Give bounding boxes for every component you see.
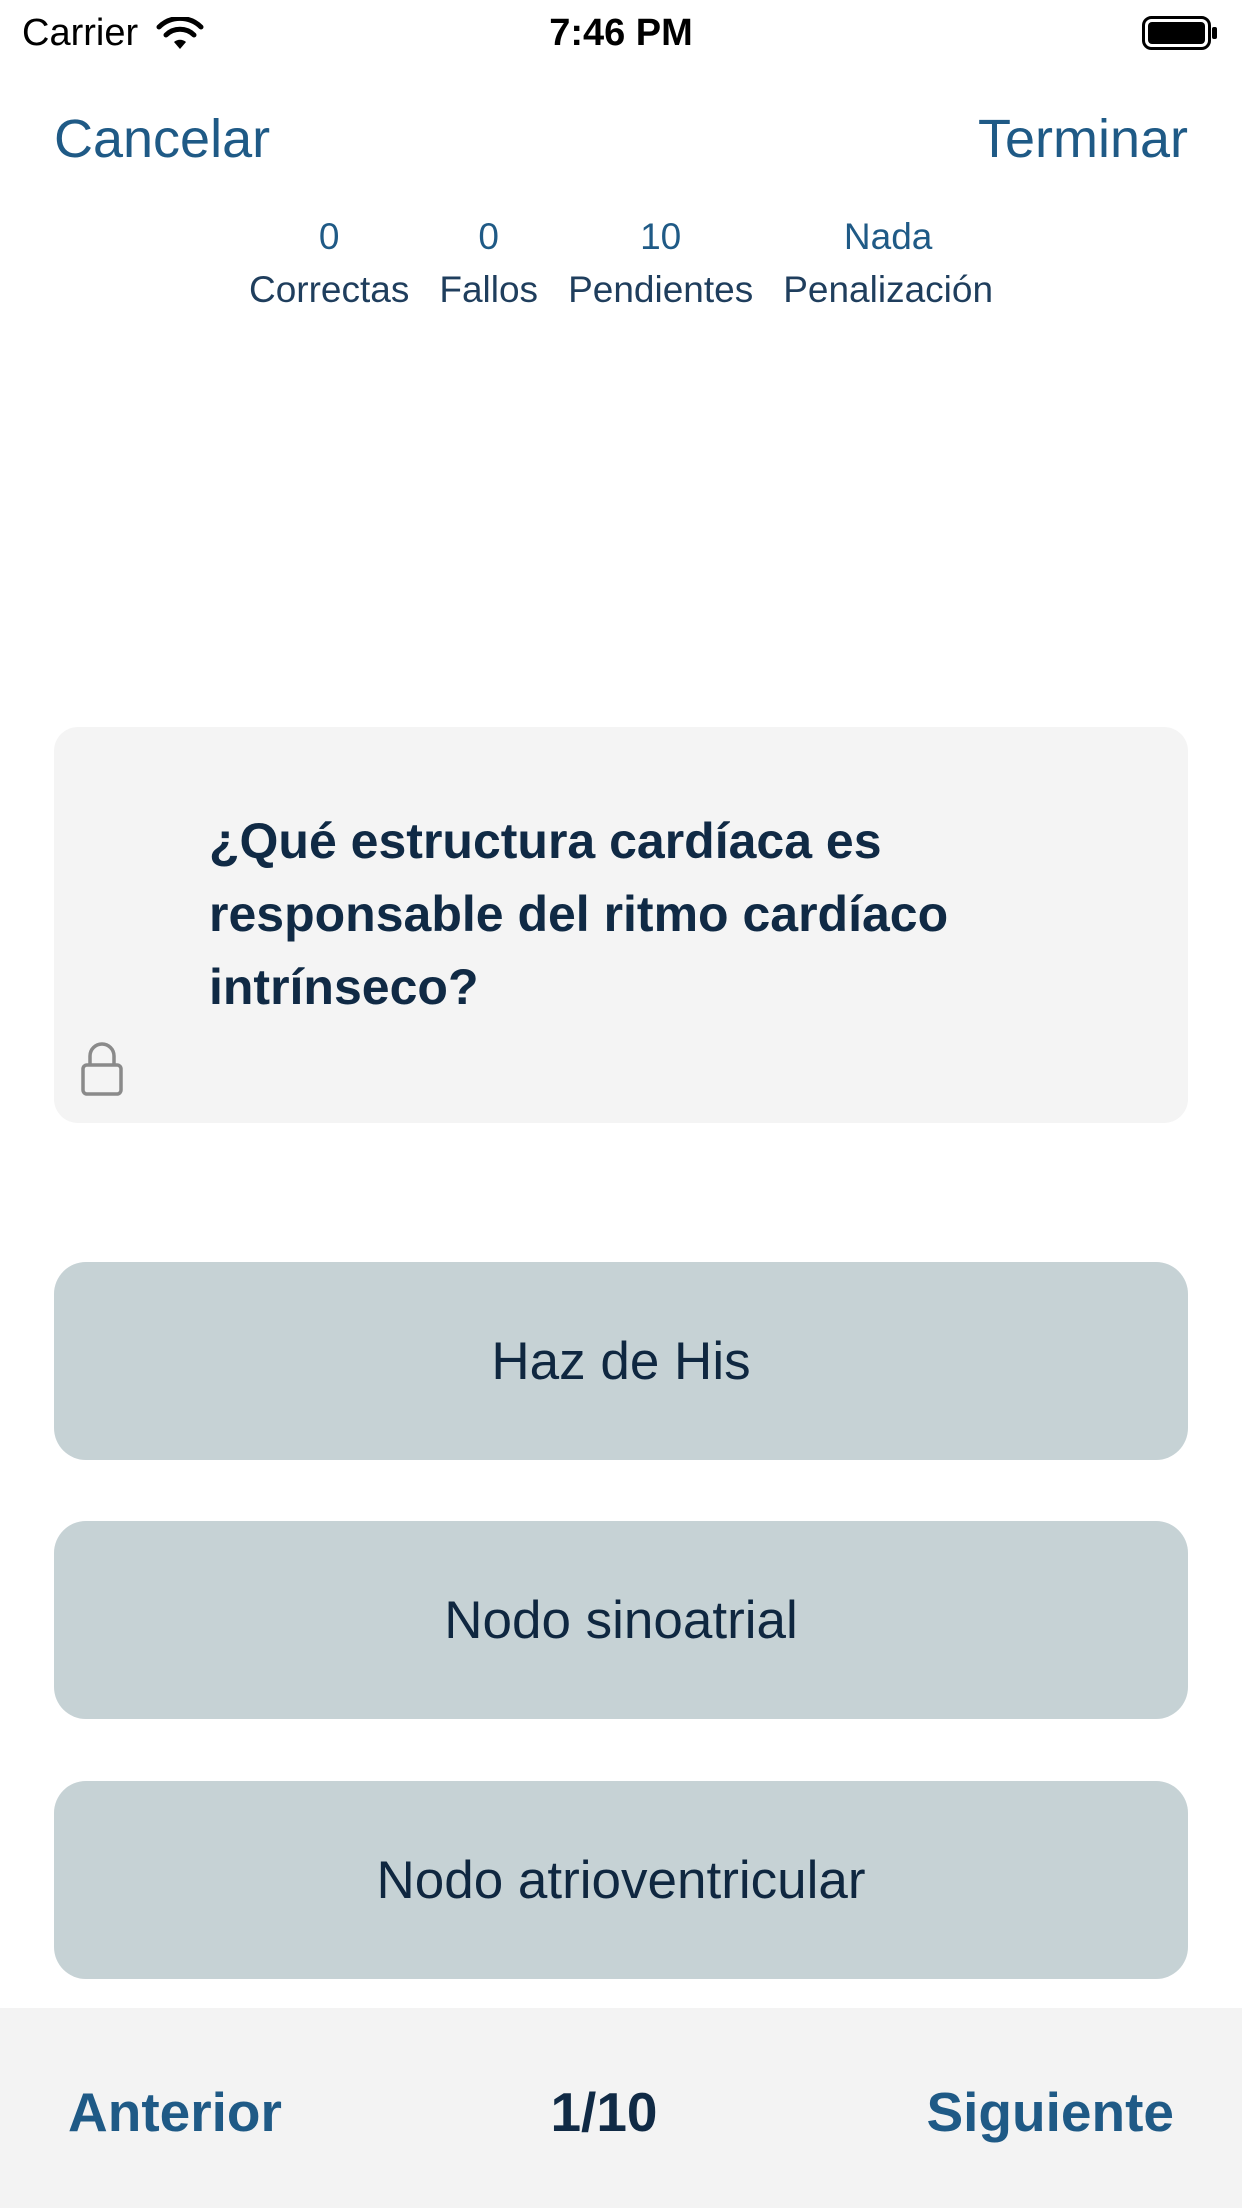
- status-time: 7:46 PM: [549, 12, 693, 54]
- stat-pending-label: Pendientes: [568, 269, 754, 310]
- stat-failed: 0 Fallos: [439, 212, 538, 318]
- answer-option-2[interactable]: Nodo sinoatrial: [54, 1521, 1188, 1719]
- stat-failed-value: 0: [478, 216, 499, 257]
- stat-penalty-value: Nada: [843, 216, 933, 257]
- stat-correct-label: Correctas: [248, 269, 410, 310]
- stat-pending-value: 10: [640, 216, 682, 257]
- stat-correct-value: 0: [318, 216, 340, 257]
- question-text: ¿Qué estructura cardíaca es responsable …: [209, 813, 949, 1015]
- battery-icon: [1142, 16, 1217, 50]
- previous-button[interactable]: Anterior: [68, 2080, 282, 2144]
- answer-option-label: Nodo atrioventricular: [376, 1850, 866, 1910]
- bottom-toolbar: Anterior 1/10 Siguiente: [0, 2008, 1242, 2208]
- score-stats: 0 Correctas 0 Fallos 10 Pendientes Nada …: [0, 212, 1242, 318]
- stat-correct: 0 Correctas: [249, 212, 409, 318]
- stat-failed-label: Fallos: [439, 269, 539, 310]
- answer-option-label: Haz de His: [491, 1331, 751, 1391]
- finish-button[interactable]: Terminar: [978, 108, 1188, 170]
- answer-option-3[interactable]: Nodo atrioventricular: [54, 1781, 1188, 1979]
- question-card: ¿Qué estructura cardíaca es responsable …: [54, 727, 1188, 1123]
- status-bar: Carrier 7:46 PM: [0, 0, 1242, 68]
- page-indicator: 1/10: [550, 2081, 658, 2143]
- stat-pending: 10 Pendientes: [568, 212, 753, 318]
- stat-penalty-label: Penalización: [783, 269, 994, 310]
- next-button[interactable]: Siguiente: [926, 2080, 1174, 2144]
- answer-option-label: Nodo sinoatrial: [444, 1590, 798, 1650]
- lock-icon[interactable]: [80, 1041, 124, 1097]
- stat-penalty: Nada Penalización: [783, 212, 993, 318]
- cancel-button[interactable]: Cancelar: [54, 108, 270, 170]
- answer-option-1[interactable]: Haz de His: [54, 1262, 1188, 1460]
